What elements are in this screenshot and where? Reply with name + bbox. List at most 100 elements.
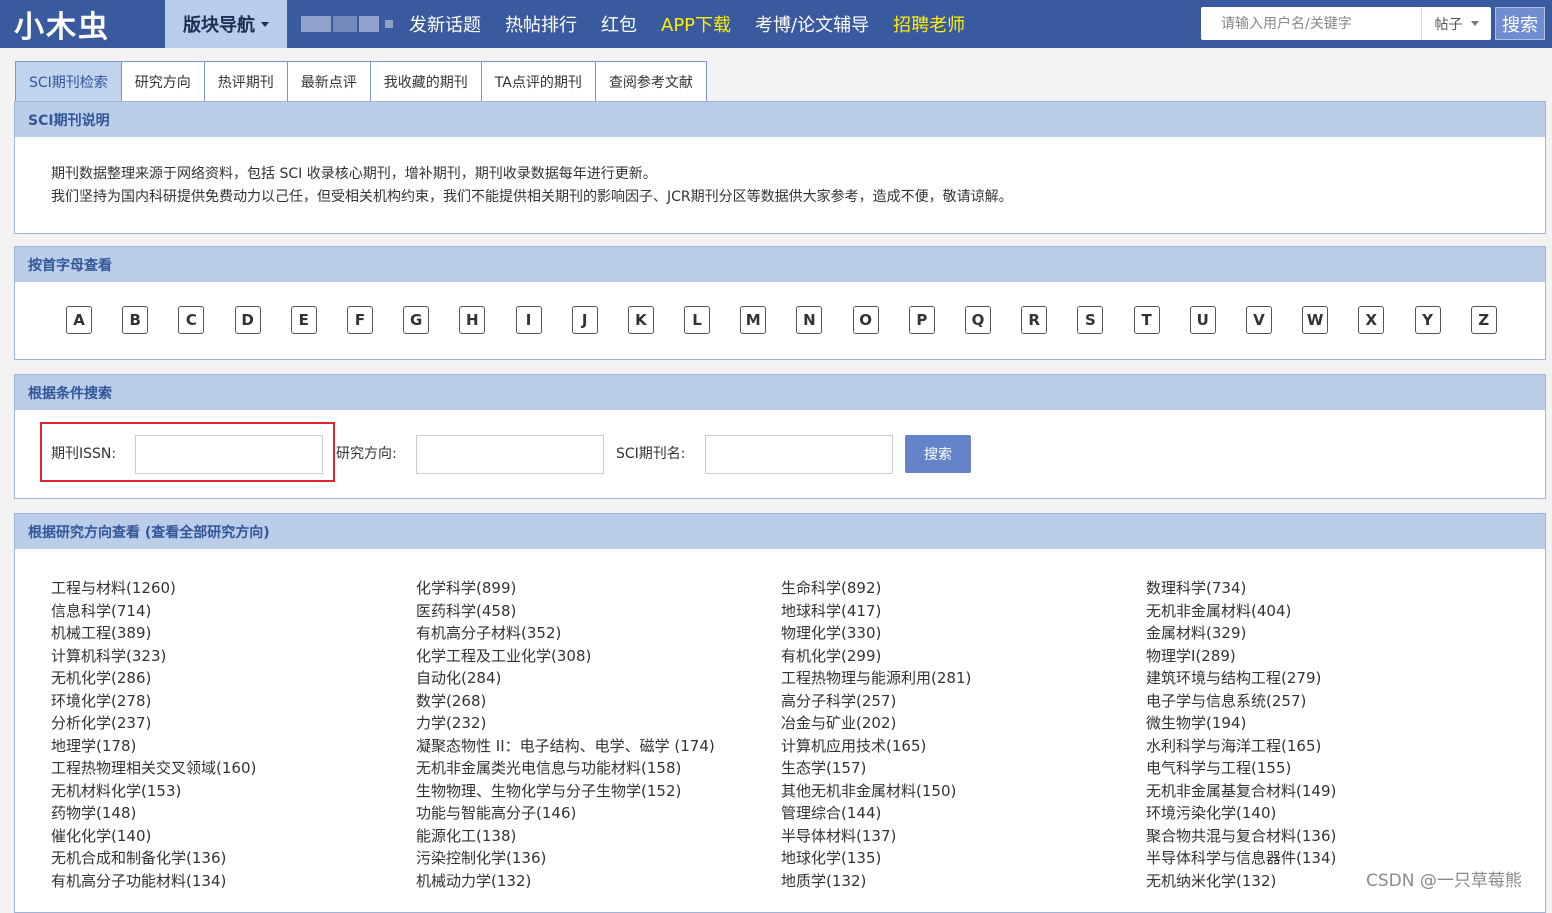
letter-button-v[interactable]: V bbox=[1245, 306, 1272, 334]
research-field-link[interactable]: 能源化工(138) bbox=[416, 825, 781, 848]
tab-references[interactable]: 查阅参考文献 bbox=[595, 61, 707, 101]
research-field-link[interactable]: 力学(232) bbox=[416, 712, 781, 735]
research-field-link[interactable]: 物理化学(330) bbox=[781, 622, 1146, 645]
research-field-link[interactable]: 信息科学(714) bbox=[51, 600, 416, 623]
research-field-link[interactable]: 建筑环境与结构工程(279) bbox=[1146, 667, 1511, 690]
letter-button-g[interactable]: G bbox=[403, 306, 430, 334]
search-input[interactable] bbox=[1201, 7, 1421, 40]
letter-button-m[interactable]: M bbox=[740, 306, 767, 334]
research-field-link[interactable]: 管理综合(144) bbox=[781, 802, 1146, 825]
research-field-link[interactable]: 无机合成和制备化学(136) bbox=[51, 847, 416, 870]
tab-research-direction[interactable]: 研究方向 bbox=[121, 61, 205, 101]
research-field-link[interactable]: 无机非金属类光电信息与功能材料(158) bbox=[416, 757, 781, 780]
tab-sci-search[interactable]: SCI期刊检索 bbox=[15, 61, 122, 101]
research-field-link[interactable]: 有机化学(299) bbox=[781, 645, 1146, 668]
research-field-link[interactable]: 地球科学(417) bbox=[781, 600, 1146, 623]
research-field-link[interactable]: 环境污染化学(140) bbox=[1146, 802, 1511, 825]
research-field-link[interactable]: 地球化学(135) bbox=[781, 847, 1146, 870]
letter-button-z[interactable]: Z bbox=[1470, 306, 1497, 334]
research-field-link[interactable]: 药物学(148) bbox=[51, 802, 416, 825]
research-field-link[interactable]: 金属材料(329) bbox=[1146, 622, 1511, 645]
research-field-link[interactable]: 工程与材料(1260) bbox=[51, 577, 416, 600]
nav-link-recruit-teacher[interactable]: 招聘老师 bbox=[893, 11, 965, 37]
letter-button-x[interactable]: X bbox=[1358, 306, 1385, 334]
letter-button-s[interactable]: S bbox=[1077, 306, 1104, 334]
research-field-link[interactable]: 功能与智能高分子(146) bbox=[416, 802, 781, 825]
letter-button-l[interactable]: L bbox=[684, 306, 711, 334]
research-field-link[interactable]: 无机非金属材料(404) bbox=[1146, 600, 1511, 623]
site-search-button[interactable]: 搜索 bbox=[1495, 7, 1545, 40]
letter-button-t[interactable]: T bbox=[1133, 306, 1160, 334]
research-field-link[interactable]: 冶金与矿业(202) bbox=[781, 712, 1146, 735]
tab-latest-reviews[interactable]: 最新点评 bbox=[287, 61, 371, 101]
letter-button-o[interactable]: O bbox=[852, 306, 879, 334]
site-logo[interactable]: 小木虫 bbox=[0, 0, 165, 48]
letter-button-y[interactable]: Y bbox=[1414, 306, 1441, 334]
research-field-link[interactable]: 水利科学与海洋工程(165) bbox=[1146, 735, 1511, 758]
letter-button-p[interactable]: P bbox=[908, 306, 935, 334]
research-field-link[interactable]: 无机化学(286) bbox=[51, 667, 416, 690]
research-field-link[interactable]: 其他无机非金属材料(150) bbox=[781, 780, 1146, 803]
research-field-link[interactable]: 无机非金属基复合材料(149) bbox=[1146, 780, 1511, 803]
research-field-link[interactable]: 计算机科学(323) bbox=[51, 645, 416, 668]
letter-button-h[interactable]: H bbox=[459, 306, 486, 334]
letter-button-w[interactable]: W bbox=[1302, 306, 1329, 334]
research-field-link[interactable]: 有机高分子材料(352) bbox=[416, 622, 781, 645]
letter-button-e[interactable]: E bbox=[290, 306, 317, 334]
research-field-link[interactable]: 无机材料化学(153) bbox=[51, 780, 416, 803]
research-field-link[interactable]: 计算机应用技术(165) bbox=[781, 735, 1146, 758]
research-field-link[interactable]: 物理学I(289) bbox=[1146, 645, 1511, 668]
letter-button-d[interactable]: D bbox=[234, 306, 261, 334]
research-field-link[interactable]: 环境化学(278) bbox=[51, 690, 416, 713]
research-field-link[interactable]: 电子学与信息系统(257) bbox=[1146, 690, 1511, 713]
issn-input[interactable] bbox=[135, 435, 323, 474]
letter-button-r[interactable]: R bbox=[1021, 306, 1048, 334]
nav-link-red-packet[interactable]: 红包 bbox=[601, 11, 637, 37]
letter-button-i[interactable]: I bbox=[515, 306, 542, 334]
journal-name-input[interactable] bbox=[705, 435, 893, 474]
nav-link-new-topic[interactable]: 发新话题 bbox=[409, 11, 481, 37]
letter-button-j[interactable]: J bbox=[571, 306, 598, 334]
tab-hot-reviewed[interactable]: 热评期刊 bbox=[204, 61, 288, 101]
letter-button-q[interactable]: Q bbox=[965, 306, 991, 334]
search-type-select[interactable]: 帖子 bbox=[1421, 7, 1491, 40]
research-field-link[interactable]: 高分子科学(257) bbox=[781, 690, 1146, 713]
research-field-link[interactable]: 污染控制化学(136) bbox=[416, 847, 781, 870]
research-field-link[interactable]: 数理科学(734) bbox=[1146, 577, 1511, 600]
research-field-link[interactable]: 分析化学(237) bbox=[51, 712, 416, 735]
research-field-link[interactable]: 医药科学(458) bbox=[416, 600, 781, 623]
research-field-link[interactable]: 自动化(284) bbox=[416, 667, 781, 690]
research-field-link[interactable]: 数学(268) bbox=[416, 690, 781, 713]
research-field-link[interactable]: 机械工程(389) bbox=[51, 622, 416, 645]
block-nav-dropdown[interactable]: 版块导航 bbox=[165, 0, 287, 48]
research-field-link[interactable]: 地理学(178) bbox=[51, 735, 416, 758]
letter-button-f[interactable]: F bbox=[346, 306, 373, 334]
research-field-link[interactable]: 半导体材料(137) bbox=[781, 825, 1146, 848]
letter-button-a[interactable]: A bbox=[66, 306, 92, 334]
research-field-link[interactable]: 微生物学(194) bbox=[1146, 712, 1511, 735]
research-field-link[interactable]: 地质学(132) bbox=[781, 870, 1146, 893]
nav-link-hot-ranking[interactable]: 热帖排行 bbox=[505, 11, 577, 37]
research-field-link[interactable]: 电气科学与工程(155) bbox=[1146, 757, 1511, 780]
letter-button-u[interactable]: U bbox=[1189, 306, 1216, 334]
research-field-link[interactable]: 聚合物共混与复合材料(136) bbox=[1146, 825, 1511, 848]
research-field-link[interactable]: 工程热物理相关交叉领域(160) bbox=[51, 757, 416, 780]
research-field-link[interactable]: 生命科学(892) bbox=[781, 577, 1146, 600]
tab-my-favorites[interactable]: 我收藏的期刊 bbox=[370, 61, 482, 101]
research-field-link[interactable]: 工程热物理与能源利用(281) bbox=[781, 667, 1146, 690]
nav-link-app-download[interactable]: APP下载 bbox=[661, 11, 731, 37]
research-field-link[interactable]: 生物物理、生物化学与分子生物学(152) bbox=[416, 780, 781, 803]
research-field-link[interactable]: 机械动力学(132) bbox=[416, 870, 781, 893]
nav-link-phd-tutoring[interactable]: 考博/论文辅导 bbox=[755, 11, 869, 37]
condition-search-button[interactable]: 搜索 bbox=[905, 435, 971, 473]
tab-ta-reviewed[interactable]: TA点评的期刊 bbox=[481, 61, 596, 101]
research-field-link[interactable]: 化学工程及工业化学(308) bbox=[416, 645, 781, 668]
research-field-link[interactable]: 生态学(157) bbox=[781, 757, 1146, 780]
research-field-input[interactable] bbox=[416, 435, 604, 474]
letter-button-n[interactable]: N bbox=[796, 306, 823, 334]
letter-button-b[interactable]: B bbox=[122, 306, 149, 334]
research-field-link[interactable]: 催化化学(140) bbox=[51, 825, 416, 848]
research-field-link[interactable]: 有机高分子功能材料(134) bbox=[51, 870, 416, 893]
letter-button-c[interactable]: C bbox=[178, 306, 205, 334]
research-field-link[interactable]: 化学科学(899) bbox=[416, 577, 781, 600]
